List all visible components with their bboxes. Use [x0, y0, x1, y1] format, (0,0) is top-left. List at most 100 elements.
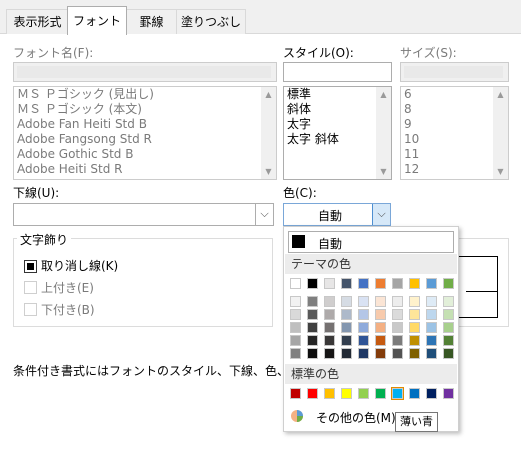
color-swatch[interactable] [358, 335, 369, 346]
chevron-down-icon[interactable]: ⌵ [372, 204, 390, 225]
color-swatch[interactable] [341, 309, 352, 320]
color-swatch[interactable] [443, 335, 454, 346]
color-swatch[interactable] [392, 309, 403, 320]
font-name-list[interactable]: ＭＳ Ｐゴシック (見出し) ＭＳ Ｐゴシック (本文) Adobe Fan H… [13, 86, 277, 180]
strikethrough-label[interactable]: 取り消し線(K) [41, 257, 118, 274]
chevron-down-icon[interactable]: ⌵ [255, 204, 273, 225]
color-swatch[interactable] [307, 335, 318, 346]
color-swatch[interactable] [443, 278, 454, 289]
list-item[interactable]: ＭＳ Ｐゴシック (本文) [14, 102, 276, 117]
color-swatch[interactable] [375, 348, 386, 359]
color-swatch[interactable] [324, 309, 335, 320]
list-item[interactable]: 12 [401, 162, 508, 177]
scroll-down-icon[interactable]: ▼ [376, 164, 391, 179]
color-swatch[interactable] [341, 278, 352, 289]
standard-color-swatch[interactable] [324, 388, 335, 399]
scroll-down-icon[interactable]: ▼ [493, 164, 508, 179]
subscript-label[interactable]: 下付き(B) [41, 301, 95, 318]
color-swatch[interactable] [358, 296, 369, 307]
standard-color-swatch[interactable] [290, 388, 301, 399]
color-swatch[interactable] [324, 348, 335, 359]
automatic-color-option[interactable]: 自動 [288, 231, 454, 253]
color-swatch[interactable] [375, 322, 386, 333]
color-swatch[interactable] [358, 309, 369, 320]
color-swatch[interactable] [358, 278, 369, 289]
color-swatch[interactable] [392, 296, 403, 307]
color-swatch[interactable] [443, 322, 454, 333]
font-name-input[interactable] [13, 62, 277, 82]
color-swatch[interactable] [409, 335, 420, 346]
color-swatch[interactable] [375, 278, 386, 289]
color-swatch[interactable] [392, 278, 403, 289]
scroll-up-icon[interactable]: ▲ [261, 87, 276, 102]
color-swatch[interactable] [358, 348, 369, 359]
style-list[interactable]: 標準 斜体 太字 太字 斜体 ▲ ▼ [283, 86, 392, 180]
color-swatch[interactable] [409, 309, 420, 320]
color-swatch[interactable] [443, 309, 454, 320]
size-list[interactable]: 6 8 9 10 11 12 ▲ ▼ [400, 86, 509, 180]
color-swatch[interactable] [341, 296, 352, 307]
list-item[interactable]: 9 [401, 117, 508, 132]
color-swatch[interactable] [307, 309, 318, 320]
size-input[interactable] [400, 62, 509, 82]
scroll-up-icon[interactable]: ▲ [493, 87, 508, 102]
scroll-down-icon[interactable]: ▼ [261, 164, 276, 179]
color-swatch[interactable] [307, 348, 318, 359]
color-swatch[interactable] [324, 322, 335, 333]
list-item[interactable]: ＭＳ Ｐゴシック (見出し) [14, 87, 276, 102]
color-swatch[interactable] [392, 348, 403, 359]
standard-color-swatch[interactable] [409, 388, 420, 399]
standard-color-swatch[interactable] [307, 388, 318, 399]
color-swatch[interactable] [426, 278, 437, 289]
color-swatch[interactable] [341, 335, 352, 346]
superscript-label[interactable]: 上付き(E) [41, 279, 94, 296]
color-swatch[interactable] [392, 322, 403, 333]
list-item[interactable]: Adobe Fan Heiti Std B [14, 117, 276, 132]
color-swatch[interactable] [341, 348, 352, 359]
color-swatch[interactable] [307, 296, 318, 307]
font-list-scrollbar[interactable]: ▲ ▼ [261, 87, 276, 179]
color-swatch[interactable] [324, 335, 335, 346]
color-swatch[interactable] [426, 309, 437, 320]
color-swatch[interactable] [341, 322, 352, 333]
standard-color-swatch[interactable] [391, 387, 404, 400]
list-item[interactable]: Adobe Gothic Std B [14, 147, 276, 162]
scroll-up-icon[interactable]: ▲ [376, 87, 391, 102]
list-item[interactable]: 斜体 [284, 102, 391, 117]
list-item[interactable]: 10 [401, 132, 508, 147]
size-list-scrollbar[interactable]: ▲ ▼ [493, 87, 508, 179]
list-item[interactable]: 標準 [284, 87, 391, 102]
color-swatch[interactable] [426, 296, 437, 307]
tab-font[interactable]: フォント [67, 6, 127, 35]
standard-color-swatch[interactable] [341, 388, 352, 399]
standard-color-swatch[interactable] [358, 388, 369, 399]
list-item[interactable]: 太字 斜体 [284, 132, 391, 147]
style-input[interactable] [283, 62, 392, 82]
color-swatch[interactable] [290, 322, 301, 333]
tab-number-format[interactable]: 表示形式 [6, 9, 69, 34]
underline-select[interactable]: ⌵ [13, 203, 274, 226]
color-swatch[interactable] [290, 335, 301, 346]
color-swatch[interactable] [443, 348, 454, 359]
color-swatch[interactable] [307, 322, 318, 333]
list-item[interactable]: Adobe Heiti Std R [14, 162, 276, 177]
list-item[interactable]: 8 [401, 102, 508, 117]
subscript-checkbox[interactable] [24, 303, 37, 316]
color-swatch[interactable] [307, 278, 318, 289]
color-swatch[interactable] [358, 322, 369, 333]
tab-border[interactable]: 罫線 [125, 9, 178, 34]
color-swatch[interactable] [290, 309, 301, 320]
color-select[interactable]: 自動 ⌵ [283, 203, 391, 226]
list-item[interactable]: 11 [401, 147, 508, 162]
list-item[interactable]: 6 [401, 87, 508, 102]
color-swatch[interactable] [290, 348, 301, 359]
list-item[interactable]: 太字 [284, 117, 391, 132]
color-swatch[interactable] [290, 296, 301, 307]
color-swatch[interactable] [426, 348, 437, 359]
color-swatch[interactable] [426, 335, 437, 346]
color-swatch[interactable] [409, 322, 420, 333]
color-swatch[interactable] [426, 322, 437, 333]
color-swatch[interactable] [375, 335, 386, 346]
standard-color-swatch[interactable] [443, 388, 454, 399]
style-list-scrollbar[interactable]: ▲ ▼ [376, 87, 391, 179]
